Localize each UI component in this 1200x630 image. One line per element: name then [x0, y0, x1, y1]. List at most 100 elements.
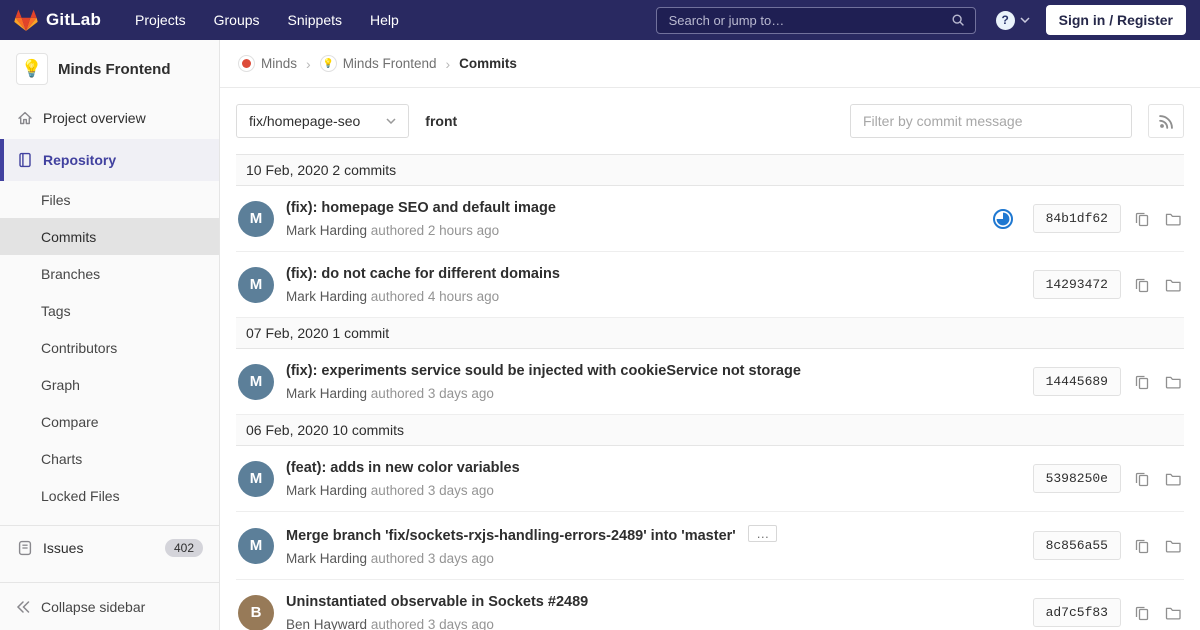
sidebar-subitem-compare[interactable]: Compare	[0, 403, 219, 440]
commit-author-link[interactable]: Mark Harding	[286, 483, 367, 498]
commit-title-link[interactable]: (fix): do not cache for different domain…	[286, 266, 560, 282]
help-dropdown[interactable]: ?	[995, 10, 1030, 30]
commit-info: (fix): do not cache for different domain…	[286, 265, 1023, 304]
sidebar-item-issues[interactable]: Issues 402	[0, 526, 219, 570]
sidebar-subitem-charts[interactable]: Charts	[0, 440, 219, 477]
gitlab-home-link[interactable]: GitLab	[14, 9, 101, 32]
commit-meta-line: Mark Harding authored 3 days ago	[286, 483, 1023, 498]
collapse-sidebar-label: Collapse sidebar	[41, 598, 146, 615]
sidebar-subitem-commits[interactable]: Commits	[0, 218, 219, 255]
commit-sha-link[interactable]: 84b1df62	[1032, 204, 1121, 233]
main-content: Minds › 💡 Minds Frontend › Commits fix/h…	[220, 40, 1200, 630]
commit-meta-line: Mark Harding authored 2 hours ago	[286, 223, 982, 238]
browse-files-button[interactable]	[1163, 209, 1184, 229]
nav-item-groups[interactable]: Groups	[214, 12, 260, 28]
copy-sha-button[interactable]	[1132, 209, 1152, 229]
breadcrumb-current-page: Commits	[459, 56, 517, 71]
chevron-down-icon	[1020, 17, 1030, 23]
browse-files-button[interactable]	[1163, 469, 1184, 489]
browse-files-button[interactable]	[1163, 536, 1184, 556]
global-search-input[interactable]	[666, 11, 951, 29]
commit-author-link[interactable]: Mark Harding	[286, 386, 367, 401]
chevron-down-icon	[386, 118, 396, 124]
copy-sha-button[interactable]	[1132, 469, 1152, 489]
copy-sha-button[interactable]	[1132, 536, 1152, 556]
filter-commit-message-input[interactable]	[850, 104, 1132, 138]
commit-actions: 84b1df62	[982, 204, 1184, 233]
sidebar-subitem-files[interactable]: Files	[0, 181, 219, 218]
copy-sha-button[interactable]	[1132, 372, 1152, 392]
sidebar-subitem-branches[interactable]: Branches	[0, 255, 219, 292]
commit-date-header: 07 Feb, 2020 1 commit	[236, 318, 1184, 349]
clipboard-icon	[1134, 374, 1150, 390]
expand-commit-message-button[interactable]: …	[748, 525, 778, 542]
commit-info: (fix): experiments service sould be inje…	[286, 362, 1023, 401]
project-home-link[interactable]: 💡 Minds Frontend	[0, 40, 219, 97]
commit-sha-link[interactable]: 8c856a55	[1032, 531, 1121, 560]
folder-icon	[1165, 374, 1182, 390]
commit-sha-link[interactable]: 14293472	[1032, 270, 1121, 299]
commit-author-avatar[interactable]: M	[238, 460, 274, 497]
commit-info: (fix): homepage SEO and default image Ma…	[286, 199, 982, 238]
breadcrumb-link-minds-frontend[interactable]: 💡 Minds Frontend	[319, 55, 436, 72]
sign-in-register-button[interactable]: Sign in / Register	[1045, 5, 1186, 35]
sidebar-item-label: Project overview	[43, 110, 146, 126]
sidebar-subitem-graph[interactable]: Graph	[0, 366, 219, 403]
commit-authored-time: authored 3 days ago	[370, 551, 494, 566]
branch-selector-dropdown[interactable]: fix/homepage-seo	[236, 104, 410, 138]
global-search-box	[655, 6, 976, 34]
commit-title-link[interactable]: (fix): homepage SEO and default image	[286, 200, 556, 216]
commit-row: M (fix): do not cache for different doma…	[236, 252, 1184, 318]
nav-item-projects[interactable]: Projects	[135, 12, 186, 28]
repo-subnav: Files Commits Branches Tags Contributors Grap…	[0, 181, 219, 514]
commit-row: M (fix): homepage SEO and default image …	[236, 186, 1184, 252]
rss-icon	[1158, 114, 1174, 129]
collapse-sidebar-button[interactable]: Collapse sidebar	[0, 582, 219, 630]
commit-author-avatar[interactable]: M	[238, 363, 274, 400]
commit-title-link[interactable]: Uninstantiated observable in Sockets #24…	[286, 594, 588, 610]
commit-author-link[interactable]: Mark Harding	[286, 289, 367, 304]
commit-sha-link[interactable]: 14445689	[1032, 367, 1121, 396]
commit-authored-time: authored 4 hours ago	[370, 289, 500, 304]
folder-icon	[1165, 211, 1182, 227]
commit-author-avatar[interactable]: M	[238, 200, 274, 237]
double-chevron-left-icon	[16, 600, 30, 613]
clipboard-icon	[1134, 538, 1150, 554]
commit-author-link[interactable]: Mark Harding	[286, 223, 367, 238]
project-name: Minds Frontend	[58, 60, 171, 78]
commit-row: M (feat): adds in new color variables Ma…	[236, 446, 1184, 512]
sidebar-item-project-overview[interactable]: Project overview	[0, 97, 219, 139]
commits-feed-button[interactable]	[1148, 104, 1184, 138]
commit-title-link[interactable]: (fix): experiments service sould be inje…	[286, 363, 801, 379]
commit-sha-link[interactable]: 5398250e	[1032, 464, 1121, 493]
browse-files-button[interactable]	[1163, 603, 1184, 623]
minds-group-avatar	[238, 55, 255, 72]
sidebar-subitem-contributors[interactable]: Contributors	[0, 329, 219, 366]
commit-author-avatar[interactable]: M	[238, 527, 274, 564]
browse-files-button[interactable]	[1163, 372, 1184, 392]
help-icon: ?	[995, 10, 1015, 30]
copy-sha-button[interactable]	[1132, 275, 1152, 295]
sidebar-item-repository[interactable]: Repository	[0, 139, 219, 181]
commit-sha-link[interactable]: ad7c5f83	[1032, 598, 1121, 627]
folder-icon	[1165, 538, 1182, 554]
commit-author-avatar[interactable]: B	[238, 594, 274, 630]
commit-meta-line: Mark Harding authored 3 days ago	[286, 551, 1023, 566]
repo-context-label: front	[425, 113, 458, 129]
commit-title-link[interactable]: (feat): adds in new color variables	[286, 460, 520, 476]
commit-author-link[interactable]: Ben Hayward	[286, 617, 367, 630]
minds-frontend-avatar: 💡	[319, 55, 337, 72]
ci-status-running-icon[interactable]	[992, 208, 1014, 230]
copy-sha-button[interactable]	[1132, 603, 1152, 623]
commit-title-link[interactable]: Merge branch 'fix/sockets-rxjs-handling-…	[286, 528, 736, 544]
nav-item-help[interactable]: Help	[370, 12, 399, 28]
breadcrumb-link-minds[interactable]: Minds	[238, 55, 297, 72]
commit-actions: 8c856a55	[1023, 531, 1184, 560]
commit-meta-line: Mark Harding authored 4 hours ago	[286, 289, 1023, 304]
commit-author-avatar[interactable]: M	[238, 266, 274, 303]
sidebar-subitem-locked-files[interactable]: Locked Files	[0, 477, 219, 514]
commit-author-link[interactable]: Mark Harding	[286, 551, 367, 566]
nav-item-snippets[interactable]: Snippets	[288, 12, 342, 28]
browse-files-button[interactable]	[1163, 275, 1184, 295]
sidebar-subitem-tags[interactable]: Tags	[0, 292, 219, 329]
